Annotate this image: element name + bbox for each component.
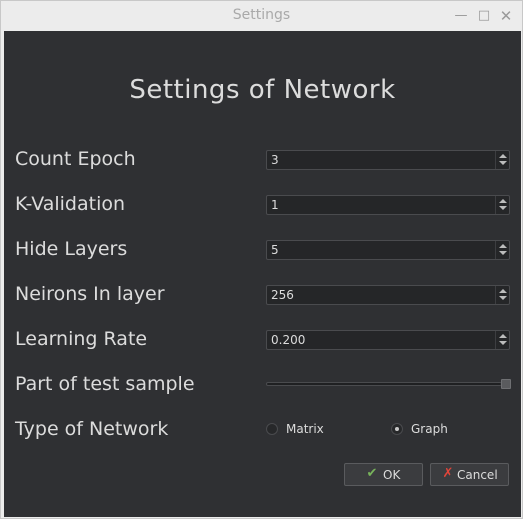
hide-layers-label: Hide Layers xyxy=(15,238,128,260)
decrement-arrow-icon[interactable] xyxy=(499,251,507,255)
k-validation-stepper[interactable] xyxy=(495,196,509,214)
slider-handle[interactable] xyxy=(501,379,511,389)
learning-rate-label: Learning Rate xyxy=(15,328,148,350)
k-validation-value[interactable]: 1 xyxy=(271,198,279,212)
radio-matrix-label[interactable]: Matrix xyxy=(286,422,324,436)
cancel-x-icon: ✗ xyxy=(442,466,454,481)
neirons-in-layer-value[interactable]: 256 xyxy=(271,288,294,302)
radio-matrix-circle[interactable] xyxy=(266,423,278,435)
increment-arrow-icon[interactable] xyxy=(499,244,507,248)
radio-matrix[interactable]: Matrix xyxy=(266,422,336,438)
settings-panel: Settings of Network Count Epoch 3 K-Vali… xyxy=(4,31,521,517)
close-icon[interactable]: ✕ xyxy=(498,8,514,24)
cancel-button[interactable]: ✗ Cancel xyxy=(430,463,509,486)
radio-graph-circle[interactable] xyxy=(391,423,403,435)
test-sample-slider[interactable] xyxy=(266,379,511,390)
increment-arrow-icon[interactable] xyxy=(499,154,507,158)
neirons-in-layer-spinbox[interactable]: 256 xyxy=(266,285,510,305)
hide-layers-value[interactable]: 5 xyxy=(271,243,279,257)
increment-arrow-icon[interactable] xyxy=(499,334,507,338)
learning-rate-stepper[interactable] xyxy=(495,331,509,349)
radio-selected-dot xyxy=(395,427,399,431)
count-epoch-label: Count Epoch xyxy=(15,148,136,170)
radio-graph[interactable]: Graph xyxy=(391,422,461,438)
count-epoch-value[interactable]: 3 xyxy=(271,153,279,167)
hide-layers-spinbox[interactable]: 5 xyxy=(266,240,510,260)
ok-check-icon: ✔ xyxy=(366,466,378,481)
decrement-arrow-icon[interactable] xyxy=(499,206,507,210)
settings-window: Settings — □ ✕ Settings of Network Count… xyxy=(0,0,523,519)
k-validation-label: K-Validation xyxy=(15,193,126,215)
ok-button-label: OK xyxy=(383,468,401,482)
count-epoch-stepper[interactable] xyxy=(495,151,509,169)
part-of-test-sample-label: Part of test sample xyxy=(15,373,195,395)
decrement-arrow-icon[interactable] xyxy=(499,341,507,345)
page-title: Settings of Network xyxy=(129,75,396,105)
decrement-arrow-icon[interactable] xyxy=(499,161,507,165)
slider-groove[interactable] xyxy=(266,382,502,386)
maximize-icon[interactable]: □ xyxy=(476,8,492,24)
hide-layers-stepper[interactable] xyxy=(495,241,509,259)
increment-arrow-icon[interactable] xyxy=(499,289,507,293)
window-title: Settings xyxy=(232,7,291,23)
learning-rate-value[interactable]: 0.200 xyxy=(271,333,305,347)
radio-graph-label[interactable]: Graph xyxy=(411,422,448,436)
title-bar[interactable]: Settings — □ ✕ xyxy=(1,1,522,31)
k-validation-spinbox[interactable]: 1 xyxy=(266,195,510,215)
count-epoch-spinbox[interactable]: 3 xyxy=(266,150,510,170)
learning-rate-spinbox[interactable]: 0.200 xyxy=(266,330,510,350)
minimize-icon[interactable]: — xyxy=(453,8,469,24)
cancel-button-label: Cancel xyxy=(457,468,498,482)
increment-arrow-icon[interactable] xyxy=(499,199,507,203)
neirons-in-layer-stepper[interactable] xyxy=(495,286,509,304)
type-of-network-label: Type of Network xyxy=(15,418,169,440)
decrement-arrow-icon[interactable] xyxy=(499,296,507,300)
neirons-in-layer-label: Neirons In layer xyxy=(15,283,165,305)
ok-button[interactable]: ✔ OK xyxy=(344,463,423,486)
